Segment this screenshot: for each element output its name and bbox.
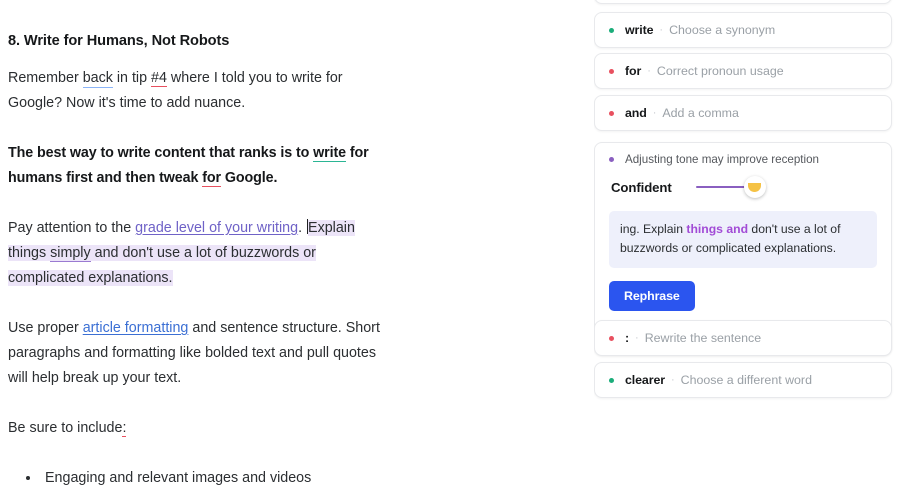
suggestion-card-and[interactable]: and · Add a comma xyxy=(594,95,892,131)
suggestion-description: Choose a different word xyxy=(680,373,812,387)
tone-label: Confident xyxy=(611,179,672,195)
suggestion-card-clearer[interactable]: clearer · Choose a different word xyxy=(594,362,892,398)
document-heading: 8. Write for Humans, Not Robots xyxy=(8,33,230,49)
suggestion-word: write xyxy=(625,23,654,37)
suggestion-description: Correct pronoun usage xyxy=(656,64,784,78)
suggestion-separator: · xyxy=(652,107,657,119)
error-for[interactable]: for xyxy=(202,170,221,187)
suggestion-status-dot-icon xyxy=(609,68,614,74)
suggestion-status-dot-icon xyxy=(609,377,614,383)
suggestion-word: clearer xyxy=(625,373,665,387)
suggestion-card-partial[interactable] xyxy=(594,0,892,4)
suggestion-separator: · xyxy=(670,374,675,386)
paragraph-4: Use proper article formatting and senten… xyxy=(8,316,396,391)
inclusion-list: Engaging and relevant images and videos … xyxy=(8,465,396,501)
suggestions-sidebar[interactable]: write · Choose a synonym for · Correct p… xyxy=(594,0,900,501)
suggestion-card-write[interactable]: write · Choose a synonym xyxy=(594,12,892,48)
link-article-formatting[interactable]: article formatting xyxy=(83,320,189,336)
paragraph-3: Pay attention to the grade level of your… xyxy=(8,216,396,291)
paragraph-2: The best way to write content that ranks… xyxy=(8,141,396,191)
suggestion-word: for xyxy=(625,64,642,78)
grammarly-editor-screen: 8. Write for Humans, Not Robots Remember… xyxy=(0,0,900,501)
error-hash-four[interactable]: #4 xyxy=(151,70,167,87)
p5-pre: Be sure to include xyxy=(8,420,123,436)
suggestion-row[interactable]: and · Add a comma xyxy=(595,96,891,130)
rephrase-button[interactable]: Rephrase xyxy=(609,281,695,311)
suggestion-description: Add a comma xyxy=(662,106,739,120)
document-body[interactable]: 8. Write for Humans, Not Robots Remember… xyxy=(8,0,396,501)
suggestion-separator: · xyxy=(635,332,639,344)
quote-highlight: things and xyxy=(686,222,749,236)
p1-pre: Remember xyxy=(8,70,83,86)
tone-header-label: Adjusting tone may improve reception xyxy=(625,153,819,166)
suggestion-status-dot-icon xyxy=(609,27,614,33)
suggestion-separator: · xyxy=(659,24,664,36)
paragraph-5: Be sure to include: xyxy=(8,416,396,441)
suggestion-write[interactable]: write xyxy=(313,145,346,162)
list-item: Engaging and relevant images and videos xyxy=(41,465,396,491)
suggestion-simply[interactable]: simply xyxy=(50,245,91,262)
p4-pre: Use proper xyxy=(8,320,83,336)
tone-card-header: Adjusting tone may improve reception xyxy=(609,153,877,166)
suggestion-separator: · xyxy=(647,65,651,77)
suggestion-word: and xyxy=(625,106,647,120)
p2-pre: The best way to write content that ranks… xyxy=(8,145,314,161)
tone-slider-handle[interactable] xyxy=(743,176,766,198)
suggestion-status-dot-icon xyxy=(609,335,614,341)
tone-control-row[interactable]: Confident xyxy=(609,176,877,198)
p2-post: Google. xyxy=(220,170,278,186)
link-grade-level[interactable]: grade level of your writing xyxy=(135,220,298,236)
suggestion-description: Rewrite the sentence xyxy=(644,331,762,345)
suggestion-row[interactable]: : · Rewrite the sentence xyxy=(595,321,891,355)
smile-emoji-icon xyxy=(748,182,762,192)
document-pane[interactable]: 8. Write for Humans, Not Robots Remember… xyxy=(0,0,594,501)
p1-mid1: in tip xyxy=(112,70,152,86)
suggestion-word: : xyxy=(625,331,630,345)
paragraph-1: Remember back in tip #4 where I told you… xyxy=(8,66,396,116)
p3-pre: Pay attention to the xyxy=(8,220,136,236)
suggestion-card-for[interactable]: for · Correct pronoun usage xyxy=(594,53,892,89)
tone-status-dot-icon xyxy=(609,157,614,162)
suggestion-row[interactable]: for · Correct pronoun usage xyxy=(595,54,891,88)
suggestion-card-colon[interactable]: : · Rewrite the sentence xyxy=(594,320,892,356)
error-colon[interactable]: : xyxy=(122,420,127,437)
tone-slider[interactable] xyxy=(695,176,766,198)
p3-mid: . xyxy=(298,220,307,236)
suggestion-row[interactable]: write · Choose a synonym xyxy=(595,13,891,47)
quote-pre: ing. Explain xyxy=(620,222,687,236)
suggestion-row[interactable]: clearer · Choose a different word xyxy=(595,363,891,397)
tone-suggestion-text: ing. Explain things and don't use a lot … xyxy=(609,211,877,268)
suggestion-status-dot-icon xyxy=(609,110,614,116)
link-back[interactable]: back xyxy=(82,70,113,88)
suggestion-description: Choose a synonym xyxy=(669,23,776,37)
